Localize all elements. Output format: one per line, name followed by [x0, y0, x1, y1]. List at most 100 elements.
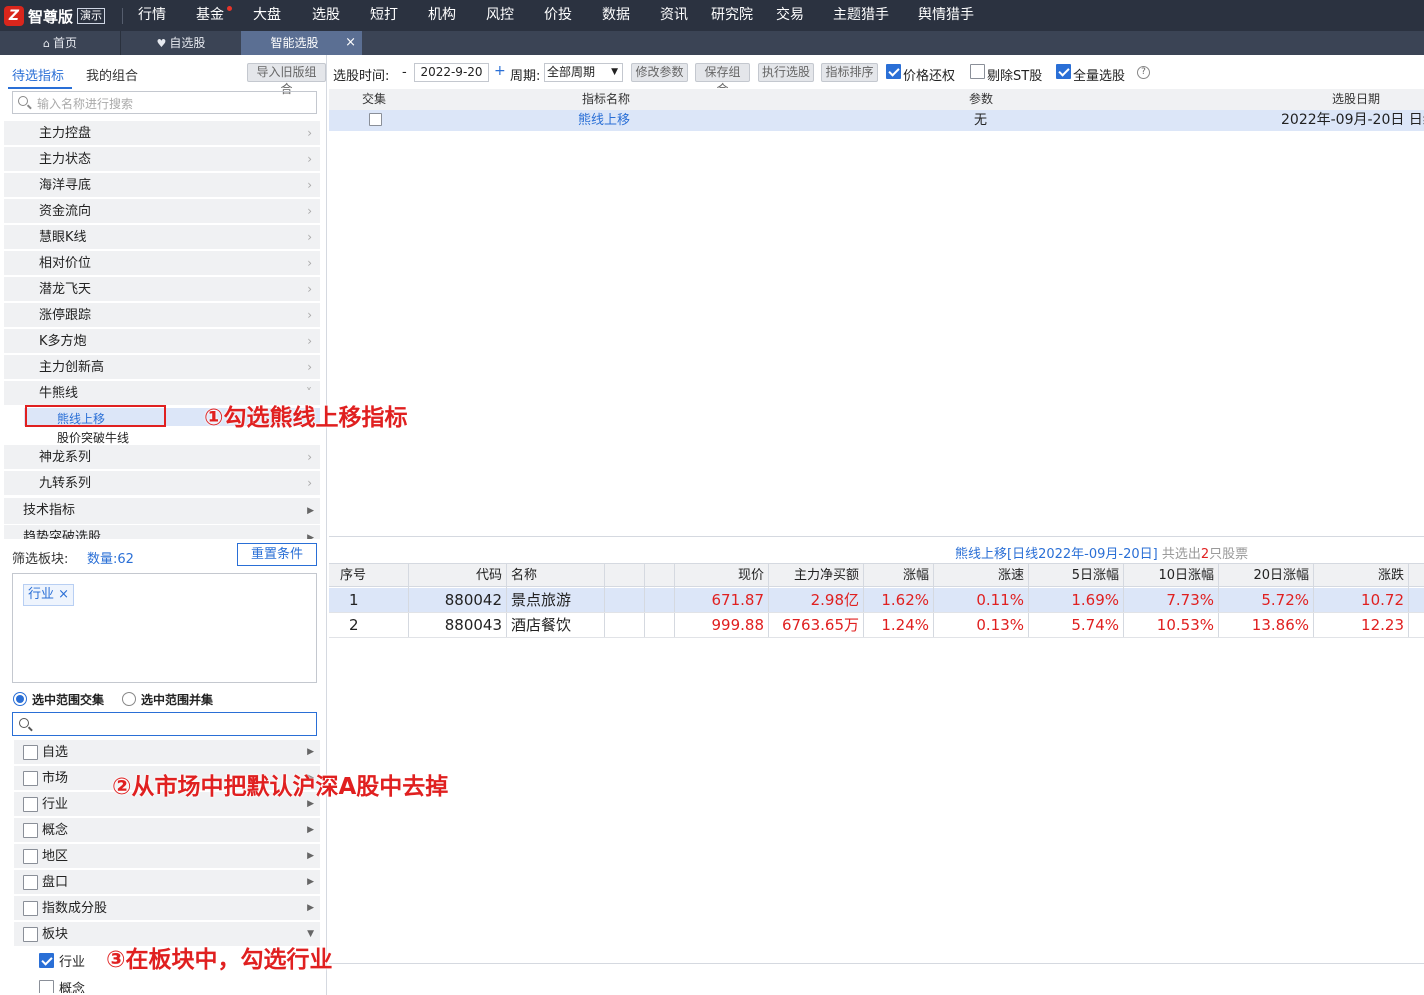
radio-union[interactable]	[122, 692, 136, 706]
col-main-net-buy[interactable]: 主力净买额	[769, 564, 864, 588]
col-change[interactable]: 涨跌	[1314, 564, 1409, 588]
category-handicap[interactable]: 盘口 ▶	[14, 870, 320, 895]
date-input[interactable]: 2022-9-20	[414, 63, 489, 82]
tab-smart-pick[interactable]: 智能选股 ×	[241, 31, 362, 55]
tree-item[interactable]: K多方炮 ›	[4, 329, 320, 354]
col-20d-change[interactable]: 20日涨幅	[1219, 564, 1314, 588]
col-index[interactable]: 序号	[329, 564, 409, 588]
indicator-sort-button[interactable]: 指标排序	[821, 63, 878, 82]
table-row[interactable]: 1 880042 景点旅游 671.87 2.98亿 1.62% 0.11% 1…	[329, 588, 1424, 613]
menu-stock-pick[interactable]: 选股	[312, 0, 340, 31]
col-name[interactable]: 名称	[507, 564, 605, 588]
col-speed[interactable]: 涨速	[934, 564, 1029, 588]
chevron-right-icon: ›	[307, 334, 312, 348]
tree-item[interactable]: 主力创新高 ›	[4, 355, 320, 380]
indicator-name[interactable]: 熊线上移	[578, 110, 630, 131]
result-title: 熊线上移[日线2022年-09月-20日] 共选出2只股票	[955, 543, 1248, 562]
cell-index: 1	[329, 588, 409, 612]
help-icon[interactable]: ?	[1137, 66, 1150, 79]
checkbox[interactable]	[23, 849, 38, 864]
tree-item[interactable]: 海洋寻底 ›	[4, 173, 320, 198]
category-index-constituents[interactable]: 指数成分股 ▶	[14, 896, 320, 921]
col-code[interactable]: 代码	[409, 564, 507, 588]
modify-params-button[interactable]: 修改参数	[631, 63, 688, 82]
period-select-value: 全部周期	[547, 65, 596, 79]
tab-watchlist[interactable]: ♥ 自选股	[121, 31, 241, 55]
tree-item[interactable]: 慧眼K线 ›	[4, 225, 320, 250]
sub-category-industry[interactable]: 行业	[59, 951, 85, 970]
menu-quotes[interactable]: 行情	[138, 0, 166, 31]
full-selection-checkbox[interactable]	[1056, 64, 1071, 79]
date-increment-button[interactable]: +	[494, 63, 506, 79]
group-technical-indicators[interactable]: 技术指标 ▶	[4, 498, 320, 524]
app-logo[interactable]: Z 智尊版 演示	[4, 4, 106, 28]
checkbox[interactable]	[23, 745, 38, 760]
checkbox[interactable]	[39, 980, 54, 993]
annotation-step-3: ③在板块中，勾选行业	[106, 947, 333, 973]
menu-research[interactable]: 研究院	[711, 0, 753, 31]
menu-data[interactable]: 数据	[602, 0, 630, 31]
chevron-right-icon: ›	[307, 204, 312, 218]
menu-short-trade[interactable]: 短打	[370, 0, 398, 31]
menu-trade[interactable]: 交易	[776, 0, 804, 31]
tree-item[interactable]: 资金流向 ›	[4, 199, 320, 224]
menu-institution[interactable]: 机构	[428, 0, 456, 31]
col-change-pct[interactable]: 涨幅	[864, 564, 934, 588]
industry-checkbox-checked[interactable]	[39, 953, 54, 968]
import-old-portfolio-button[interactable]: 导入旧版组合	[247, 63, 326, 96]
checkbox[interactable]	[23, 797, 38, 812]
period-select[interactable]: 全部周期 ▼	[544, 63, 623, 82]
col-10d-change[interactable]: 10日涨幅	[1124, 564, 1219, 588]
tree-item[interactable]: 相对价位 ›	[4, 251, 320, 276]
category-region[interactable]: 地区 ▶	[14, 844, 320, 869]
tab-home[interactable]: ⌂ 首页	[0, 31, 120, 55]
category-watchlist[interactable]: 自选 ▶	[14, 740, 320, 765]
tree-item[interactable]: 涨停跟踪 ›	[4, 303, 320, 328]
col-5d-change[interactable]: 5日涨幅	[1029, 564, 1124, 588]
tab-candidate-indicators[interactable]: 待选指标	[12, 65, 64, 84]
group-partial[interactable]: 趋势突破选股 ▶	[4, 525, 320, 539]
tree-item[interactable]: 主力控盘 ›	[4, 121, 320, 146]
checkbox[interactable]	[23, 823, 38, 838]
date-decrement-button[interactable]: -	[402, 65, 407, 80]
menu-risk[interactable]: 风控	[486, 0, 514, 31]
sub-category-concept-row[interactable]: 概念	[39, 980, 319, 993]
sector-search-input[interactable]	[12, 712, 317, 736]
indicator-date: 2022年-09月-20日 日线	[1281, 112, 1424, 128]
execute-selection-button[interactable]: 执行选股	[758, 63, 814, 82]
radio-intersection[interactable]	[13, 692, 27, 706]
reset-conditions-button[interactable]: 重置条件	[237, 543, 317, 566]
cell-main-net-buy: 2.98亿	[769, 588, 864, 612]
tree-item[interactable]: 潜龙飞天 ›	[4, 277, 320, 302]
checkbox[interactable]	[23, 927, 38, 942]
menu-value[interactable]: 价投	[544, 0, 572, 31]
indicator-row[interactable]: 熊线上移 无 2022年-09月-20日 日线	[329, 110, 1424, 131]
cell-20d-change: 5.72%	[1219, 588, 1314, 612]
checkbox[interactable]	[23, 771, 38, 786]
menu-fund[interactable]: 基金	[196, 0, 224, 31]
tree-item[interactable]: 九转系列 ›	[4, 471, 320, 496]
sub-item-price-break-bull[interactable]: 股价突破牛线	[57, 429, 129, 446]
menu-sentiment-hunter[interactable]: 舆情猎手	[918, 0, 974, 31]
cell-5d-change: 5.74%	[1029, 613, 1124, 637]
save-portfolio-button[interactable]: 保存组合	[695, 63, 750, 96]
indicator-search-input[interactable]: 输入名称进行搜索	[12, 91, 317, 114]
tree-item[interactable]: 神龙系列 ›	[4, 445, 320, 470]
table-row[interactable]: 2 880043 酒店餐饮 999.88 6763.65万 1.24% 0.13…	[329, 613, 1424, 638]
close-icon[interactable]: ×	[345, 31, 356, 55]
price-adjust-checkbox[interactable]	[886, 64, 901, 79]
menu-theme-hunter[interactable]: 主题猎手	[833, 0, 889, 31]
industry-tag[interactable]: 行业 ×	[23, 584, 75, 606]
checkbox[interactable]	[23, 901, 38, 916]
checkbox[interactable]	[23, 875, 38, 890]
exclude-st-checkbox[interactable]	[970, 64, 985, 79]
sub-category-concept: 概念	[59, 982, 86, 993]
tree-item[interactable]: 主力状态 ›	[4, 147, 320, 172]
menu-market[interactable]: 大盘	[253, 0, 281, 31]
category-label: 概念	[42, 823, 69, 838]
tab-my-portfolio[interactable]: 我的组合	[86, 65, 138, 84]
menu-news[interactable]: 资讯	[660, 0, 688, 31]
intersection-checkbox[interactable]	[369, 113, 382, 126]
col-price[interactable]: 现价	[675, 564, 769, 588]
category-concept[interactable]: 概念 ▶	[14, 818, 320, 843]
